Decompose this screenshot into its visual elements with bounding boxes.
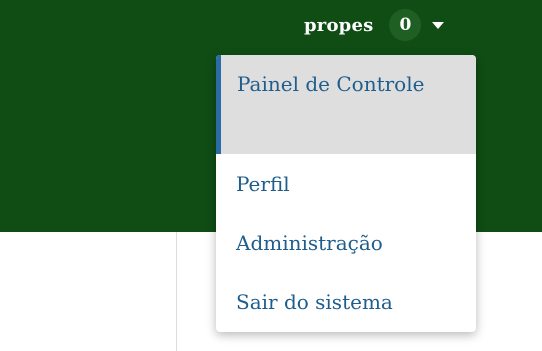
username-label: propes — [304, 14, 374, 36]
chevron-down-icon — [432, 21, 445, 29]
menu-item-administracao[interactable]: Administração — [216, 228, 476, 259]
notification-count-badge: 0 — [389, 9, 422, 41]
user-dropdown-menu: Painel de Controle Perfil Administração … — [216, 55, 476, 332]
content-divider — [176, 232, 177, 351]
menu-item-perfil[interactable]: Perfil — [216, 169, 476, 200]
menu-item-painel-de-controle[interactable]: Painel de Controle — [216, 55, 476, 154]
user-menu-toggle[interactable]: propes 0 — [304, 9, 445, 41]
menu-item-sair-do-sistema[interactable]: Sair do sistema — [216, 287, 476, 318]
